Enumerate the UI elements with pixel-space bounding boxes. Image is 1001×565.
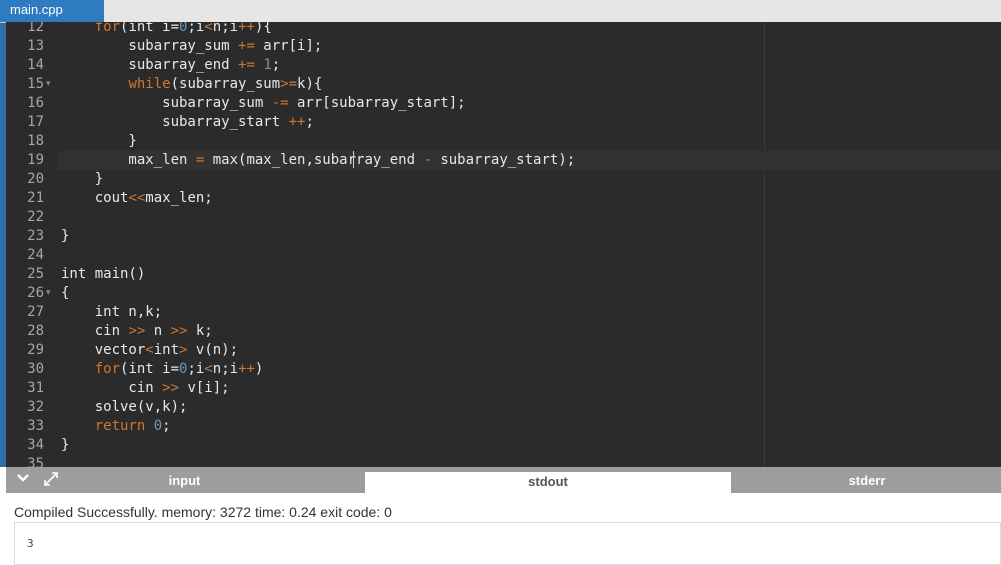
line-number: 26 [27, 285, 44, 301]
code-text: cin >> v[i]; [61, 380, 230, 396]
code-line: 26 ▾ { [6, 284, 1001, 303]
code-line: 32 solve(v,k); [6, 398, 1001, 417]
line-number: 27 [27, 304, 44, 320]
line-number: 20 [27, 171, 44, 187]
line-number: 19 [27, 152, 44, 168]
code-line: 21 cout<<max_len; [6, 189, 1001, 208]
code-text: solve(v,k); [61, 399, 188, 415]
stdout-output-box[interactable]: 3 [14, 522, 1001, 565]
code-line: 28 cin >> n >> k; [6, 322, 1001, 341]
code-line: 30 for(int i=0;i<n;i++) [6, 360, 1001, 379]
stdout-text: 3 [27, 537, 34, 550]
line-number: 22 [27, 209, 44, 225]
code-line: 18 } [6, 132, 1001, 151]
line-number: 28 [27, 323, 44, 339]
line-number: 21 [27, 190, 44, 206]
code-text: } [61, 171, 104, 187]
tab-stderr[interactable]: stderr [733, 471, 1001, 492]
tab-stdout[interactable]: stdout [365, 472, 731, 493]
code-text: for(int i=0;i<n;i++){ [94, 22, 272, 35]
code-text: max_len = max(max_len,subarray_end - sub… [61, 151, 576, 168]
code-text: } [61, 133, 137, 149]
code-text: } [61, 228, 70, 244]
code-line: 19 max_len = max(max_len,subarray_end - … [6, 151, 1001, 170]
code-text: cout<<max_len; [61, 190, 213, 206]
code-line: 13 subarray_sum += arr[i]; [6, 37, 1001, 56]
line-number: 18 [27, 133, 44, 149]
code-text: int n,k; [61, 304, 163, 320]
chevron-down-icon[interactable] [16, 471, 30, 489]
expand-arrows-icon[interactable] [43, 471, 59, 491]
code-text: } [61, 437, 70, 453]
tab-input[interactable]: input [69, 471, 300, 492]
code-line: 34} [6, 436, 1001, 455]
code-text: cin >> n >> k; [61, 323, 213, 339]
code-text: int main() [61, 266, 146, 282]
code-line: 16 subarray_sum -= arr[subarray_start]; [6, 94, 1001, 113]
compile-status: Compiled Successfully. memory: 3272 time… [14, 504, 392, 520]
output-panel-header: input stdout stderr [6, 467, 1001, 493]
code-editor[interactable]: 12 for(int i=0;i<n;i++){13 subarray_sum … [6, 22, 1001, 467]
line-number: 31 [27, 380, 44, 396]
code-text: subarray_sum += arr[i]; [61, 38, 323, 54]
line-number: 15 [27, 76, 44, 92]
code-line: 23} [6, 227, 1001, 246]
code-line: 17 subarray_start ++; [6, 113, 1001, 132]
code-text: for(int i=0;i<n;i++) [94, 361, 264, 377]
line-number: 13 [27, 38, 44, 54]
code-text: { [61, 285, 70, 301]
line-number: 32 [27, 399, 44, 415]
editor-tabbar: main.cpp [0, 0, 1001, 23]
line-number: 30 [27, 361, 44, 377]
line-number: 17 [27, 114, 44, 130]
fold-arrow-icon[interactable]: ▾ [46, 75, 51, 94]
line-number: 12 [27, 22, 44, 35]
code-line: 31 cin >> v[i]; [6, 379, 1001, 398]
code-line: 33 return 0; [6, 417, 1001, 436]
code-line: 12 for(int i=0;i<n;i++){ [6, 22, 1001, 37]
text-cursor [353, 151, 354, 168]
code-line: 20 } [6, 170, 1001, 189]
line-number: 29 [27, 342, 44, 358]
line-number: 33 [27, 418, 44, 434]
code-text: return 0; [94, 418, 171, 434]
code-text: subarray_sum -= arr[subarray_start]; [61, 95, 466, 111]
code-text: subarray_start ++; [61, 114, 314, 130]
code-text: vector<int> v(n); [61, 342, 239, 358]
code-line: 29 vector<int> v(n); [6, 341, 1001, 360]
code-text: while(subarray_sum>=k){ [128, 76, 323, 92]
code-line: 27 int n,k; [6, 303, 1001, 322]
line-number: 14 [27, 57, 44, 73]
file-tab[interactable]: main.cpp [0, 0, 104, 22]
line-number: 25 [27, 266, 44, 282]
code-line: 22 [6, 208, 1001, 227]
code-line: 15 ▾ while(subarray_sum>=k){ [6, 75, 1001, 94]
code-line: 14 subarray_end += 1; [6, 56, 1001, 75]
line-number: 24 [27, 247, 44, 263]
code-line: 25 int main() [6, 265, 1001, 284]
line-number: 35 [27, 456, 44, 467]
line-number: 23 [27, 228, 44, 244]
fold-arrow-icon[interactable]: ▾ [46, 284, 51, 303]
code-text: subarray_end += 1; [61, 57, 281, 73]
line-number: 16 [27, 95, 44, 111]
code-line: 35 [6, 455, 1001, 467]
code-line: 24 [6, 246, 1001, 265]
line-number: 34 [27, 437, 44, 453]
